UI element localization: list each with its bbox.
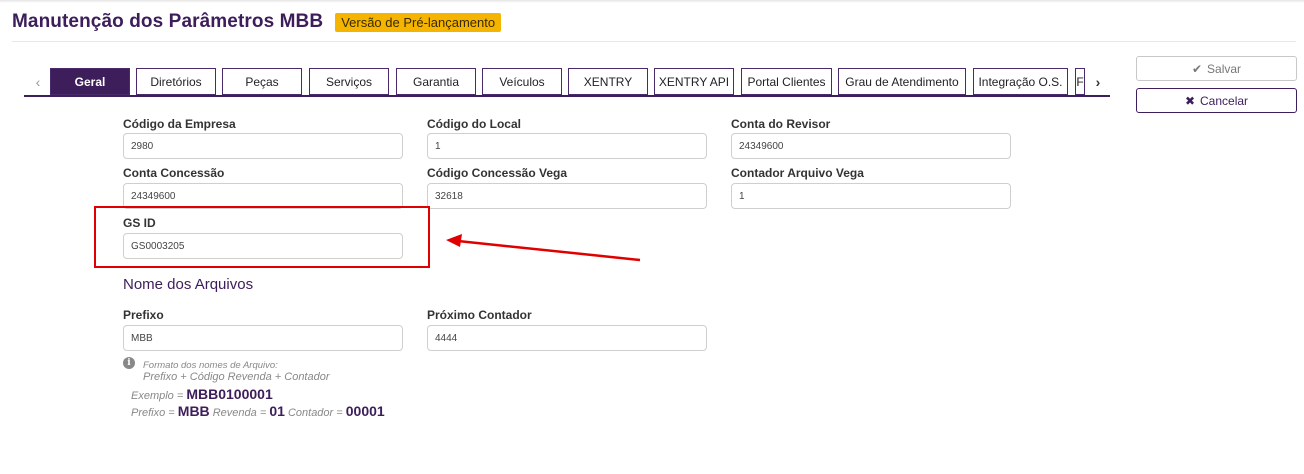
prefixo-hint-value: MBB xyxy=(177,403,210,419)
prefixo-label: Prefixo xyxy=(123,308,164,322)
contador-hint-value: 00001 xyxy=(345,403,385,419)
save-label: Salvar xyxy=(1207,61,1242,76)
proximo-contador-label: Próximo Contador xyxy=(427,308,532,322)
close-icon: ✖ xyxy=(1184,93,1196,108)
tab-grau-atendimento[interactable]: Grau de Atendimento xyxy=(838,68,966,95)
check-icon: ✔ xyxy=(1191,61,1203,76)
header-divider xyxy=(12,41,1296,42)
contador-arquivo-vega-label: Contador Arquivo Vega xyxy=(731,166,864,180)
tab-integracao-os[interactable]: Integração O.S. xyxy=(973,68,1068,95)
prefixo-hint-label: Prefixo = xyxy=(131,407,175,419)
conta-revisor-label: Conta do Revisor xyxy=(731,117,831,131)
highlight-box xyxy=(94,206,430,268)
conta-revisor-input[interactable] xyxy=(731,133,1011,159)
save-button[interactable]: ✔ Salvar xyxy=(1136,56,1297,81)
conta-concessao-label: Conta Concessão xyxy=(123,166,225,180)
arrow-head xyxy=(446,234,462,247)
info-icon: i xyxy=(123,357,135,369)
hint-title: Formato dos nomes de Arquivo: xyxy=(143,360,278,371)
tab-pecas[interactable]: Peças xyxy=(222,68,302,95)
top-shadow xyxy=(0,0,1304,3)
page-header: Manutenção dos Parâmetros MBB Versão de … xyxy=(12,11,502,33)
tab-geral[interactable]: Geral xyxy=(50,68,130,95)
tab-truncated[interactable]: F xyxy=(1075,68,1085,95)
tab-diretorios[interactable]: Diretórios xyxy=(136,68,216,95)
tab-veiculos[interactable]: Veículos xyxy=(482,68,562,95)
tab-xentry[interactable]: XENTRY xyxy=(568,68,648,95)
hint-format: Prefixo + Código Revenda + Contador xyxy=(143,371,330,383)
tab-servicos[interactable]: Serviços xyxy=(309,68,389,95)
tab-scroll-left-icon[interactable]: ‹ xyxy=(26,68,50,95)
codigo-local-label: Código do Local xyxy=(427,117,521,131)
contador-arquivo-vega-input[interactable] xyxy=(731,183,1011,209)
prerelease-badge: Versão de Pré-lançamento xyxy=(335,12,502,32)
section-title-arquivos: Nome dos Arquivos xyxy=(123,276,254,293)
exemplo-label: Exemplo = xyxy=(131,390,184,402)
revenda-hint-label: Revenda = xyxy=(212,407,267,419)
hint-example: Exemplo = MBB0100001 xyxy=(131,386,273,402)
tab-garantia[interactable]: Garantia xyxy=(396,68,476,95)
tab-xentry-api[interactable]: XENTRY API xyxy=(654,68,734,95)
codigo-local-input[interactable] xyxy=(427,133,707,159)
cancel-button[interactable]: ✖ Cancelar xyxy=(1136,88,1297,113)
exemplo-value: MBB0100001 xyxy=(186,386,273,402)
cancel-label: Cancelar xyxy=(1200,93,1249,108)
prefixo-input[interactable] xyxy=(123,325,403,351)
tab-scroll-right-icon[interactable]: › xyxy=(1086,68,1110,95)
contador-hint-label: Contador = xyxy=(287,407,343,419)
tab-portal-clientes[interactable]: Portal Clientes xyxy=(741,68,832,95)
tab-bar: ‹ Geral Diretórios Peças Serviços Garant… xyxy=(24,68,1110,97)
page-title: Manutenção dos Parâmetros MBB xyxy=(12,11,324,32)
codigo-concessao-vega-input[interactable] xyxy=(427,183,707,209)
codigo-concessao-vega-label: Código Concessão Vega xyxy=(427,166,568,180)
hint-breakdown: Prefixo = MBB Revenda = 01 Contador = 00… xyxy=(131,403,385,419)
codigo-empresa-label: Código da Empresa xyxy=(123,117,236,131)
codigo-empresa-input[interactable] xyxy=(123,133,403,159)
annotation-arrow xyxy=(446,234,641,262)
revenda-hint-value: 01 xyxy=(269,403,285,419)
proximo-contador-input[interactable] xyxy=(427,325,707,351)
arrow-line xyxy=(457,239,641,262)
